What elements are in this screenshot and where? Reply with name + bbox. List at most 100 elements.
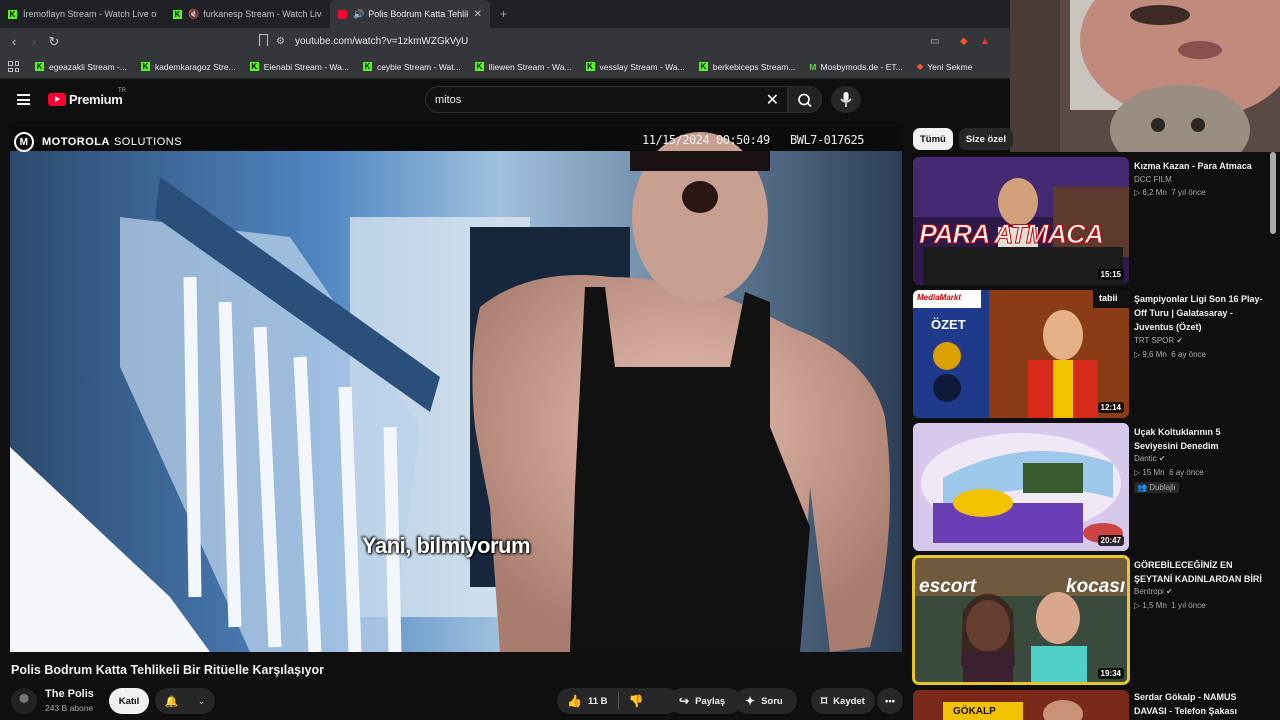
save-label: Kaydet — [833, 695, 865, 707]
recommendation-item[interactable]: 20:47 Uçak Koltuklarının 5 Seviyesini De… — [913, 423, 1273, 551]
voice-search-button[interactable] — [831, 86, 861, 113]
site-info-icon[interactable]: ⚙ — [276, 36, 285, 47]
kick-icon: K — [362, 62, 372, 71]
bookmark-item[interactable]: K Eienabi Stream - Wa... — [249, 62, 349, 72]
recommendation-item-selected[interactable]: escort kocası 19:34 GÖREBİLECEĞİNİZ EN Ş… — [912, 555, 1273, 685]
rec-views: 1,5 Mn — [1142, 601, 1167, 610]
ask-button[interactable]: ✦ Soru — [735, 688, 797, 714]
bookmark-label: berkebiceps Stream... — [712, 61, 796, 72]
video-frame — [10, 127, 902, 652]
kick-icon: K — [474, 62, 484, 71]
like-count[interactable]: 11 B — [588, 696, 608, 707]
rec-title: GÖREBİLECEĞİNİZ EN ŞEYTANİ KADINLARDAN B… — [1134, 560, 1262, 584]
hamburger-menu-icon[interactable] — [17, 94, 30, 105]
like-icon[interactable]: 👍 — [567, 694, 582, 708]
bodycam-timestamp: 11/15/2024 00:50:49 — [642, 133, 770, 147]
thumbnail-image — [913, 423, 1129, 551]
bookmark-save-icon: ⌑ — [821, 694, 828, 708]
video-thumbnail[interactable]: GÖKALP — [913, 690, 1129, 720]
rec-age: 1 yıl önce — [1171, 601, 1206, 610]
browser-tab[interactable]: K 🔇 furkanesp Stream - Watch Live o — [165, 0, 330, 28]
thumbnail-text: GÖKALP — [953, 706, 996, 717]
logo-text: Premium — [69, 92, 123, 107]
dislike-icon[interactable]: 👎 — [629, 694, 644, 708]
rec-channel-name: Bentropi — [1134, 587, 1164, 596]
brave-shields-icon[interactable]: ◆ — [960, 36, 968, 47]
channel-row: The Polis 243 B abone Katıl 🔔 ⌄ 👍 11 B 👎… — [11, 686, 906, 718]
thumbnail-image — [913, 290, 1129, 418]
bookmark-item[interactable]: Kceybie Stream - Wat... — [362, 61, 461, 72]
recommendation-item[interactable]: GÖKALP Serdar Gökalp - NAMUS DAVASI - Te… — [913, 690, 1273, 720]
rec-channel: TRT SPOR ✔ — [1134, 336, 1183, 345]
brand-suffix: SOLUTIONS — [113, 136, 183, 148]
rec-meta: ▷ 6,2 Mn 7 yıl önce — [1134, 188, 1206, 197]
bookmark-item[interactable]: M Mosbymods.de - ET... — [809, 62, 902, 72]
channel-avatar[interactable] — [11, 688, 37, 714]
bookmark-item[interactable]: Kvesslay Stream - Wa... — [585, 62, 685, 72]
rec-views: 15 Mn — [1142, 468, 1165, 477]
rec-meta: ▷ 9,6 Mn 6 ay önce — [1134, 350, 1206, 359]
new-tab-button[interactable]: + — [490, 0, 517, 28]
chip-all[interactable]: Tümü — [913, 128, 953, 150]
clear-search-icon[interactable]: ✕ — [766, 90, 779, 110]
browser-tab-active[interactable]: 🔊 Polis Bodrum Katta Tehlikeli B ✕ — [330, 0, 490, 28]
thumbnail-image — [913, 690, 1129, 720]
brave-rewards-icon[interactable]: ▲ — [980, 36, 990, 47]
share-button[interactable]: ↪ Paylaş — [669, 688, 741, 714]
screen: K İremoflayn Stream - Watch Live on Ki K… — [0, 0, 1280, 720]
bookmark-item[interactable]: Kegeazakli Stream -... — [35, 62, 127, 72]
back-icon[interactable]: ‹ — [4, 34, 24, 49]
thumbnail-text: kocası — [1066, 576, 1126, 597]
join-button[interactable]: Katıl — [109, 688, 149, 714]
forward-icon[interactable]: › — [24, 34, 44, 49]
bookmark-label: ceybie Stream - Wat... — [376, 61, 461, 72]
brave-icon: ◆ — [916, 61, 924, 71]
rec-age: 7 yıl önce — [1171, 188, 1206, 197]
video-thumbnail[interactable]: 20:47 — [913, 423, 1129, 551]
muted-icon[interactable]: 🔇 — [188, 9, 199, 20]
bell-icon: 🔔 — [164, 695, 179, 708]
save-button[interactable]: ⌑ Kaydet — [811, 688, 875, 714]
audio-playing-icon[interactable]: 🔊 — [353, 9, 364, 20]
bookmark-item[interactable]: Kkademkaragoz Stre... — [140, 62, 236, 72]
video-thumbnail[interactable]: escort kocası 19:34 — [912, 555, 1130, 685]
kick-icon: K — [585, 62, 595, 71]
cast-icon[interactable]: ▭ — [930, 36, 939, 47]
rec-title: Uçak Koltuklarının 5 Seviyesini Denedim — [1134, 427, 1221, 451]
browser-tab[interactable]: K İremoflayn Stream - Watch Live on Ki — [0, 0, 165, 28]
webcam-overlay — [1010, 0, 1280, 152]
video-thumbnail[interactable]: PARA ATMACA 15:15 — [913, 157, 1129, 285]
sidebar-scrollbar[interactable] — [1270, 152, 1276, 234]
close-tab-icon[interactable]: ✕ — [474, 9, 482, 20]
bookmark-label: lliewen Stream - Wa... — [488, 61, 572, 72]
video-thumbnail[interactable]: MediaMarkt tabii ÖZET 12:14 — [913, 290, 1129, 418]
thumbnail-text: ÖZET — [931, 317, 966, 332]
kick-icon: K — [173, 9, 182, 19]
apps-icon[interactable] — [8, 61, 19, 72]
bookmark-icon[interactable] — [259, 34, 268, 46]
youtube-logo[interactable]: Premium TR — [48, 88, 126, 107]
recommendation-item[interactable]: MediaMarkt tabii ÖZET 12:14 Şampiyonlar … — [913, 290, 1273, 418]
mosby-icon: M — [809, 61, 817, 72]
bookmark-item[interactable]: ◆ Yeni Sekme — [917, 61, 973, 72]
search-button[interactable] — [787, 86, 822, 113]
search-input[interactable]: mitos ✕ — [425, 86, 790, 113]
subscriber-count: 243 B abone — [45, 703, 94, 713]
ask-label: Soru — [761, 695, 783, 707]
video-player[interactable]: M MOTOROLA SOLUTIONS 11/15/2024 00:50:49… — [10, 127, 902, 652]
bookmark-label: Yeni Sekme — [927, 61, 973, 72]
reload-icon[interactable]: ↻ — [44, 34, 64, 50]
filter-chips: Tümü Size özel — [913, 127, 1019, 151]
bookmark-item[interactable]: Klliewen Stream - Wa... — [474, 61, 572, 72]
dubbed-badge: 👥 Dublajlı — [1134, 482, 1179, 493]
address-bar[interactable]: ⚙ youtube.com/watch?v=1zkmWZGkVyU ▭ ◆ ▲ — [276, 32, 1000, 51]
rec-title: Şampiyonlar Ligi Son 16 Play-Off Turu | … — [1134, 294, 1263, 332]
more-actions-button[interactable]: ••• — [877, 688, 903, 714]
search-value: mitos — [435, 93, 462, 106]
subscription-button[interactable]: 🔔 ⌄ — [155, 688, 215, 714]
tab-label: Polis Bodrum Katta Tehlikeli B — [368, 9, 467, 19]
bookmark-item[interactable]: Kberkebiceps Stream... — [698, 61, 796, 72]
chip-for-you[interactable]: Size özel — [958, 128, 1013, 150]
recommendation-item[interactable]: PARA ATMACA 15:15 Kızma Kazan - Para Atm… — [913, 157, 1273, 285]
channel-name[interactable]: The Polis — [45, 688, 94, 700]
